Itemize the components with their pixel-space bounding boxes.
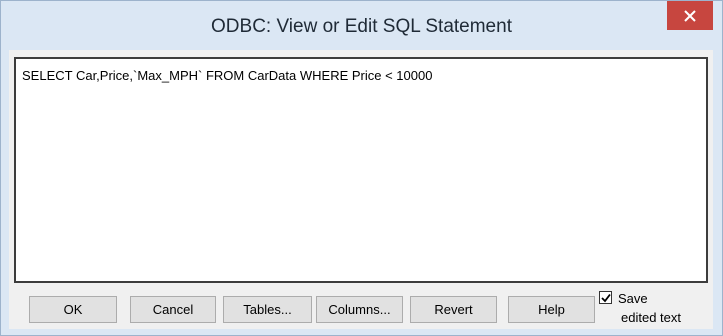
revert-button[interactable]: Revert — [410, 296, 497, 323]
title-bar[interactable]: ODBC: View or Edit SQL Statement — [1, 1, 722, 50]
save-label-line1: Save — [618, 291, 648, 306]
checkbox-box[interactable] — [599, 291, 612, 304]
dialog-body: SELECT Car,Price,`Max_MPH` FROM CarData … — [9, 50, 713, 329]
check-icon — [601, 293, 611, 303]
close-icon — [684, 9, 696, 22]
close-button[interactable] — [667, 1, 713, 30]
help-button[interactable]: Help — [508, 296, 595, 323]
save-label-line2: edited text — [621, 310, 681, 325]
ok-button[interactable]: OK — [29, 296, 117, 323]
save-edited-text-label: Save edited text — [618, 289, 708, 327]
window-title: ODBC: View or Edit SQL Statement — [211, 16, 512, 37]
sql-statement-editor[interactable]: SELECT Car,Price,`Max_MPH` FROM CarData … — [14, 57, 708, 283]
columns-button[interactable]: Columns... — [316, 296, 403, 323]
save-edited-text-checkbox[interactable]: Save edited text — [599, 291, 709, 329]
dialog-window: ODBC: View or Edit SQL Statement SELECT … — [0, 0, 723, 336]
cancel-button[interactable]: Cancel — [130, 296, 216, 323]
tables-button[interactable]: Tables... — [223, 296, 312, 323]
